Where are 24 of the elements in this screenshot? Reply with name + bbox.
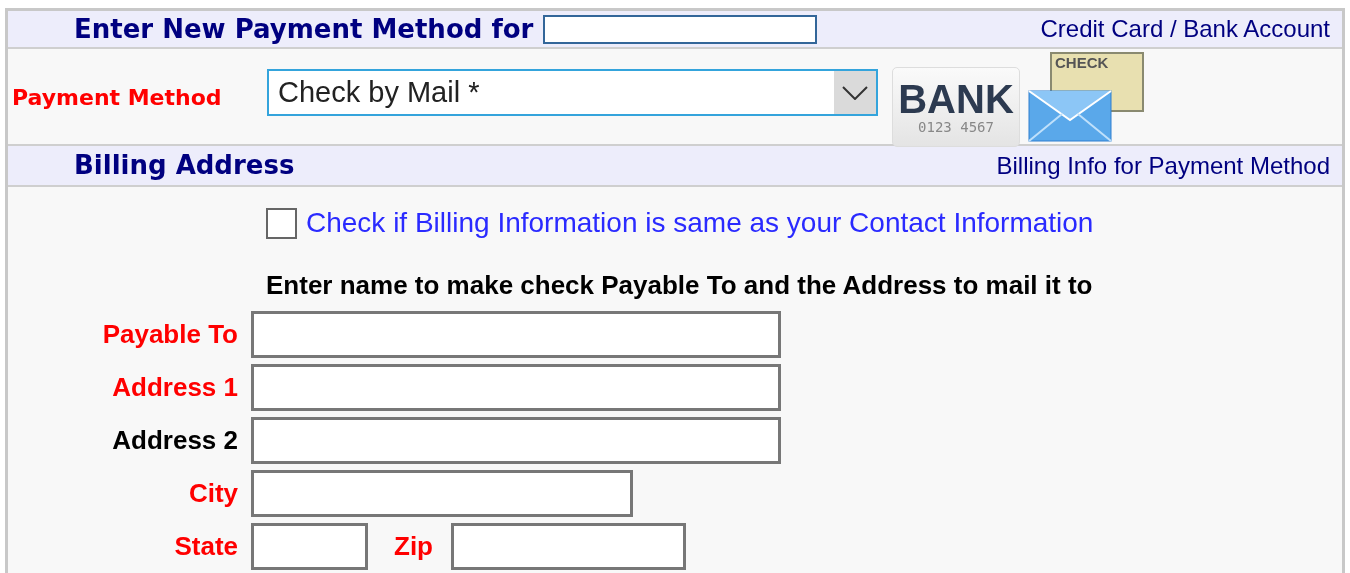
field-label: Zip	[394, 530, 433, 563]
payment-method-label: Payment Method	[12, 84, 223, 112]
input-field[interactable]	[251, 470, 633, 517]
caret-icon	[842, 85, 868, 100]
input-field[interactable]	[251, 364, 781, 411]
input-field[interactable]	[451, 523, 686, 570]
input-field[interactable]	[251, 523, 368, 570]
name-field[interactable]	[543, 14, 818, 44]
bank-icon: BANK 0123 4567	[892, 67, 1020, 147]
checkbox-label[interactable]: Check if Billing Information is same as your Contact Information	[306, 202, 1094, 244]
section-title: Billing Address	[74, 149, 295, 182]
field-label: Payable To	[101, 318, 239, 351]
header-note: Credit Card / Bank Account	[1040, 14, 1330, 44]
instructions-text: Enter name to make check Payable To and the Address to mail it to	[266, 269, 1094, 302]
field-label: State	[173, 530, 239, 563]
checkbox[interactable]	[266, 207, 297, 239]
payment-method-dropdown[interactable]: Check by Mail *	[267, 69, 878, 116]
field-label: Address 1	[111, 371, 239, 404]
input-field[interactable]	[251, 417, 781, 464]
field-label: Address 2	[111, 424, 239, 457]
field-label: City	[187, 477, 239, 510]
section-note: Billing Info for Payment Method	[996, 150, 1330, 181]
input-field[interactable]	[251, 311, 781, 358]
form-title: Enter New Payment Method for	[74, 12, 534, 46]
